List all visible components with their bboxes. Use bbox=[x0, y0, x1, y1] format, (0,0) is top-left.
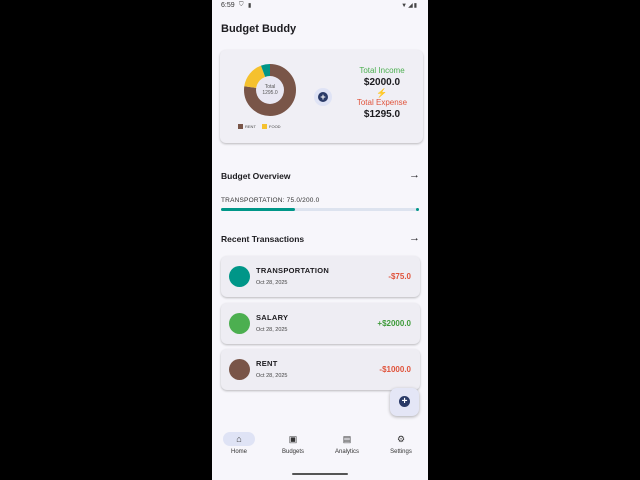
transaction-amount: -$75.0 bbox=[388, 272, 411, 281]
summary-card: Total 1295.0 RENT FOOD + Total Income $2… bbox=[220, 50, 423, 143]
status-bar: 6:59 ⛉ ▮ ▼◢▮ bbox=[212, 0, 428, 12]
sim-icon: ▮ bbox=[248, 3, 252, 9]
legend-swatch bbox=[238, 124, 243, 130]
transaction-date: Oct 28, 2025 bbox=[256, 327, 288, 333]
legend-item-food: FOOD bbox=[262, 124, 281, 130]
transaction-card[interactable]: RENT Oct 28, 2025 -$1000.0 bbox=[221, 349, 420, 390]
category-avatar bbox=[229, 359, 250, 380]
budget-progress-track bbox=[221, 208, 419, 211]
chart-icon: ▤ bbox=[342, 434, 352, 444]
nav-label: Budgets bbox=[281, 449, 305, 455]
legend-label: FOOD bbox=[269, 124, 281, 129]
budget-progress-fill bbox=[221, 208, 296, 211]
transaction-date: Oct 28, 2025 bbox=[256, 373, 288, 379]
nav-label: Analytics bbox=[334, 449, 359, 455]
bottom-navigation: ⌂ Home ▣ Budgets ▤ Analytics ⚙ Settings bbox=[212, 428, 428, 468]
wallet-icon: ▣ bbox=[288, 434, 298, 444]
transaction-amount: +$2000.0 bbox=[377, 319, 411, 328]
nav-label: Settings bbox=[390, 449, 412, 455]
nav-analytics[interactable]: ▤ Analytics bbox=[320, 432, 374, 455]
app-title: Budget Buddy bbox=[221, 23, 297, 35]
transaction-name: RENT bbox=[256, 359, 278, 368]
nav-label: Home bbox=[230, 449, 247, 455]
budget-item-label: TRANSPORTATION: 75.0/200.0 bbox=[221, 197, 320, 204]
phone-screen: 6:59 ⛉ ▮ ▼◢▮ Budget Buddy Total 1295.0 R… bbox=[212, 0, 428, 480]
gesture-bar[interactable] bbox=[292, 473, 348, 475]
total-expense-value: $1295.0 bbox=[363, 109, 401, 120]
home-icon: ⌂ bbox=[223, 432, 255, 446]
vpn-icon: ⛉ bbox=[239, 2, 244, 8]
donut-total-value: 1295.0 bbox=[262, 90, 278, 96]
status-time: 6:59 bbox=[221, 2, 235, 9]
arrow-right-icon[interactable]: → bbox=[409, 233, 420, 244]
nav-budgets[interactable]: ▣ Budgets bbox=[266, 432, 320, 455]
legend-label: RENT bbox=[245, 124, 256, 129]
plus-icon: + bbox=[318, 92, 328, 102]
transaction-name: TRANSPORTATION bbox=[256, 266, 330, 275]
add-transaction-fab[interactable]: + bbox=[390, 388, 419, 416]
arrow-right-icon[interactable]: → bbox=[409, 170, 420, 181]
category-avatar bbox=[229, 266, 250, 287]
legend-swatch bbox=[262, 124, 268, 130]
transaction-date: Oct 28, 2025 bbox=[256, 280, 288, 286]
totals-panel: Total Income $2000.0 ⚡ Total Expense $12… bbox=[344, 66, 420, 120]
nav-home[interactable]: ⌂ Home bbox=[212, 432, 266, 455]
transaction-amount: -$1000.0 bbox=[379, 365, 411, 374]
add-income-button[interactable]: + bbox=[314, 88, 332, 106]
total-income-label: Total Income bbox=[359, 66, 405, 75]
bolt-icon: ⚡ bbox=[376, 88, 388, 98]
transaction-card[interactable]: SALARY Oct 28, 2025 +$2000.0 bbox=[221, 303, 420, 344]
legend-item-rent: RENT bbox=[238, 124, 256, 130]
recent-transactions-title: Recent Transactions bbox=[221, 234, 305, 244]
progress-end-dot bbox=[416, 208, 419, 211]
chart-legend: RENT FOOD bbox=[238, 124, 286, 130]
transaction-name: SALARY bbox=[256, 313, 289, 322]
battery-icon: ▮ bbox=[413, 3, 418, 9]
budget-overview-title: Budget Overview bbox=[221, 171, 291, 181]
nav-settings[interactable]: ⚙ Settings bbox=[374, 432, 428, 455]
total-expense-label: Total Expense bbox=[356, 98, 408, 107]
gear-icon: ⚙ bbox=[396, 434, 406, 444]
total-income-value: $2000.0 bbox=[363, 77, 401, 88]
plus-icon: + bbox=[399, 396, 410, 407]
expense-donut-chart[interactable]: Total 1295.0 bbox=[244, 64, 296, 116]
transaction-card[interactable]: TRANSPORTATION Oct 28, 2025 -$75.0 bbox=[221, 256, 420, 297]
status-icons: ▼◢▮ bbox=[401, 2, 418, 9]
donut-center: Total 1295.0 bbox=[256, 76, 284, 104]
category-avatar bbox=[229, 313, 250, 334]
